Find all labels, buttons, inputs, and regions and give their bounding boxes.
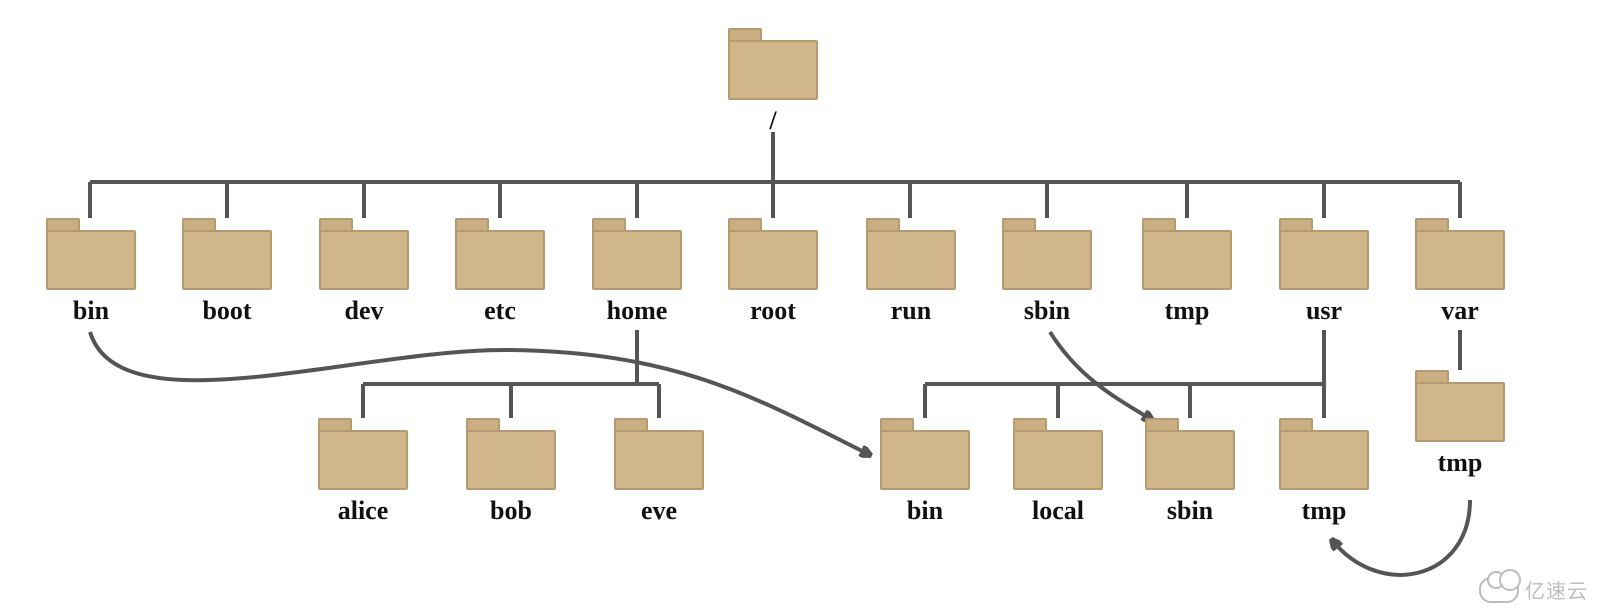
folder-label: tmp (1165, 296, 1210, 326)
folder-icon (728, 28, 818, 100)
folder-var-tmp: tmp (1415, 370, 1505, 478)
folder-icon (466, 418, 556, 490)
filesystem-tree-diagram: / bin boot dev etc home root run sbin tm… (0, 0, 1600, 614)
folder-usr-bin: bin (880, 418, 970, 526)
folder-label: tmp (1302, 496, 1347, 526)
folder-root-dir: root (728, 218, 818, 326)
folder-icon (1279, 418, 1369, 490)
folder-run: run (866, 218, 956, 326)
folder-icon (319, 218, 409, 290)
folder-dev: dev (319, 218, 409, 326)
folder-usr-tmp: tmp (1279, 418, 1369, 526)
folder-label: home (607, 296, 668, 326)
folder-home-bob: bob (466, 418, 556, 526)
folder-icon (1013, 418, 1103, 490)
folder-icon (182, 218, 272, 290)
folder-label: / (769, 106, 776, 136)
folder-var: var (1415, 218, 1505, 326)
folder-icon (1415, 218, 1505, 290)
folder-usr-local: local (1013, 418, 1103, 526)
folder-icon (46, 218, 136, 290)
folder-icon (318, 418, 408, 490)
folder-sbin: sbin (1002, 218, 1092, 326)
folder-label: sbin (1167, 496, 1213, 526)
folder-label: etc (484, 296, 516, 326)
folder-home: home (592, 218, 682, 326)
watermark-text: 亿速云 (1525, 575, 1588, 604)
folder-label: alice (338, 496, 389, 526)
folder-icon (455, 218, 545, 290)
folder-boot: boot (182, 218, 272, 326)
folder-etc: etc (455, 218, 545, 326)
folder-icon (866, 218, 956, 290)
folder-icon (728, 218, 818, 290)
folder-label: boot (202, 296, 251, 326)
folder-bin: bin (46, 218, 136, 326)
folder-label: bin (73, 296, 109, 326)
folder-label: root (750, 296, 796, 326)
folder-icon (880, 418, 970, 490)
folder-home-eve: eve (614, 418, 704, 526)
folder-icon (1415, 370, 1505, 442)
folder-label: local (1032, 496, 1084, 526)
folder-label: bin (907, 496, 943, 526)
folder-label: var (1441, 296, 1479, 326)
folder-label: tmp (1438, 448, 1483, 478)
folder-root: / (728, 28, 818, 136)
folder-usr: usr (1279, 218, 1369, 326)
folder-label: bob (490, 496, 532, 526)
folder-icon (1142, 218, 1232, 290)
folder-label: usr (1306, 296, 1342, 326)
watermark: 亿速云 (1479, 575, 1588, 604)
cloud-icon (1479, 577, 1519, 603)
folder-tmp: tmp (1142, 218, 1232, 326)
folder-icon (1145, 418, 1235, 490)
folder-label: run (891, 296, 931, 326)
folder-label: sbin (1024, 296, 1070, 326)
folder-icon (592, 218, 682, 290)
folder-icon (1279, 218, 1369, 290)
folder-usr-sbin: sbin (1145, 418, 1235, 526)
folder-icon (614, 418, 704, 490)
folder-home-alice: alice (318, 418, 408, 526)
folder-label: dev (345, 296, 384, 326)
folder-label: eve (641, 496, 677, 526)
folder-icon (1002, 218, 1092, 290)
